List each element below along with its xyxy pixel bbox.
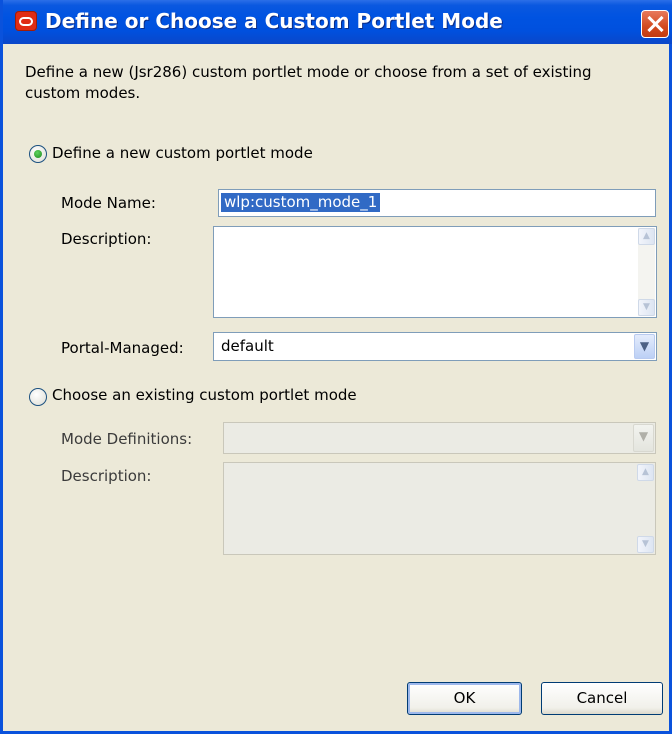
description-textarea[interactable]: ▲ ▼ (213, 226, 657, 318)
existing-description-scrollbar[interactable]: ▲ ▼ (637, 464, 654, 553)
oracle-logo-icon (15, 11, 37, 31)
mode-name-label: Mode Name: (61, 194, 156, 212)
define-new-radio-label[interactable]: Define a new custom portlet mode (52, 144, 313, 162)
mode-definitions-select[interactable]: ▼ (223, 422, 656, 454)
choose-existing-radio[interactable] (29, 388, 47, 406)
cancel-button[interactable]: Cancel (541, 682, 663, 715)
existing-description-label: Description: (61, 467, 152, 485)
portal-managed-label: Portal-Managed: (61, 339, 184, 357)
existing-description-textarea[interactable]: ▲ ▼ (223, 462, 656, 555)
define-new-radio[interactable] (29, 145, 47, 163)
mode-name-value[interactable]: wlp:custom_mode_1 (221, 193, 381, 212)
arrow-down-icon[interactable]: ▼ (637, 536, 654, 553)
custom-portlet-mode-dialog: Define or Choose a Custom Portlet Mode D… (0, 0, 672, 734)
mode-name-input[interactable]: wlp:custom_mode_1 (218, 189, 656, 217)
close-button[interactable] (641, 10, 669, 38)
choose-existing-radio-label[interactable]: Choose an existing custom portlet mode (52, 386, 357, 404)
description-label: Description: (61, 230, 152, 248)
arrow-up-icon[interactable]: ▲ (638, 228, 655, 245)
dialog-title: Define or Choose a Custom Portlet Mode (45, 9, 503, 33)
description-scrollbar[interactable]: ▲ ▼ (638, 228, 655, 316)
portal-managed-value: default (221, 337, 274, 355)
mode-definitions-label: Mode Definitions: (61, 430, 193, 448)
chevron-down-icon[interactable]: ▼ (634, 334, 655, 359)
portal-managed-select[interactable]: default ▼ (213, 332, 657, 361)
radio-selected-dot (34, 150, 42, 158)
intro-text: Define a new (Jsr286) custom portlet mod… (25, 63, 592, 102)
arrow-down-icon[interactable]: ▼ (638, 299, 655, 316)
chevron-down-icon[interactable]: ▼ (633, 424, 654, 452)
title-bar[interactable]: Define or Choose a Custom Portlet Mode (3, 0, 672, 44)
ok-button[interactable]: OK (407, 682, 522, 715)
arrow-up-icon[interactable]: ▲ (637, 464, 654, 481)
